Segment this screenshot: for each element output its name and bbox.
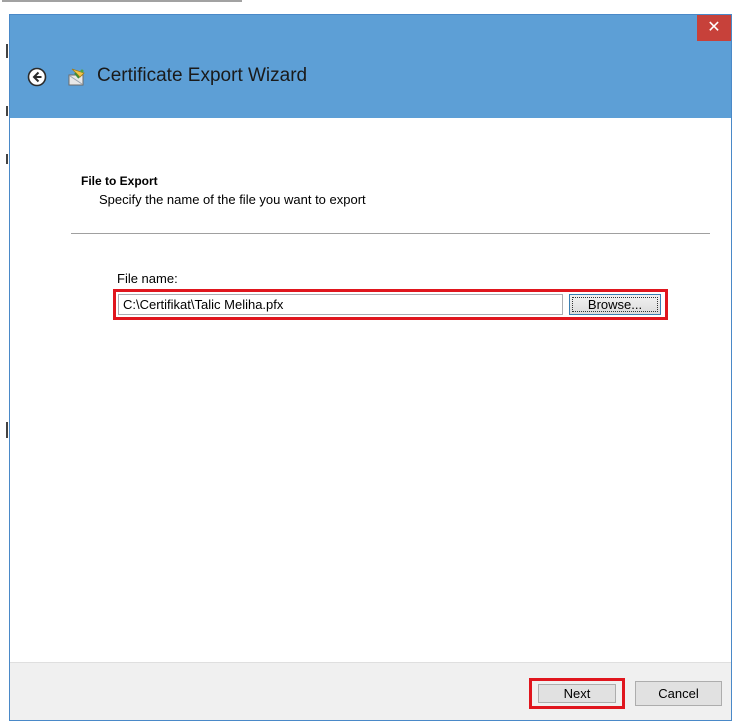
wizard-footer: Next Cancel bbox=[10, 662, 731, 720]
file-name-label: File name: bbox=[117, 271, 178, 286]
certificate-export-wizard-window: ✕ Certificate Export Wizard File to Expo… bbox=[9, 14, 732, 721]
titlebar: ✕ Certificate Export Wizard bbox=[10, 15, 731, 118]
file-name-highlight: Browse... bbox=[113, 289, 668, 320]
background-window-left-edge bbox=[0, 14, 9, 721]
close-icon: ✕ bbox=[707, 19, 721, 36]
back-button[interactable] bbox=[27, 67, 47, 87]
close-button[interactable]: ✕ bbox=[697, 15, 731, 41]
cancel-button[interactable]: Cancel bbox=[635, 681, 722, 706]
header-divider bbox=[71, 233, 710, 234]
browse-button-label: Browse... bbox=[587, 297, 643, 312]
file-name-input[interactable] bbox=[118, 294, 563, 315]
page-heading: File to Export bbox=[81, 174, 158, 188]
background-window-edge bbox=[0, 0, 732, 14]
browse-button[interactable]: Browse... bbox=[569, 294, 661, 315]
wizard-content: File to Export Specify the name of the f… bbox=[10, 118, 731, 662]
wizard-title: Certificate Export Wizard bbox=[97, 65, 308, 86]
next-button-highlight: Next bbox=[529, 678, 625, 709]
next-button[interactable]: Next bbox=[538, 684, 616, 703]
back-arrow-icon bbox=[27, 67, 47, 87]
certificate-wizard-icon bbox=[68, 68, 85, 86]
page-description: Specify the name of the file you want to… bbox=[99, 192, 366, 207]
background-window-text bbox=[2, 0, 242, 8]
